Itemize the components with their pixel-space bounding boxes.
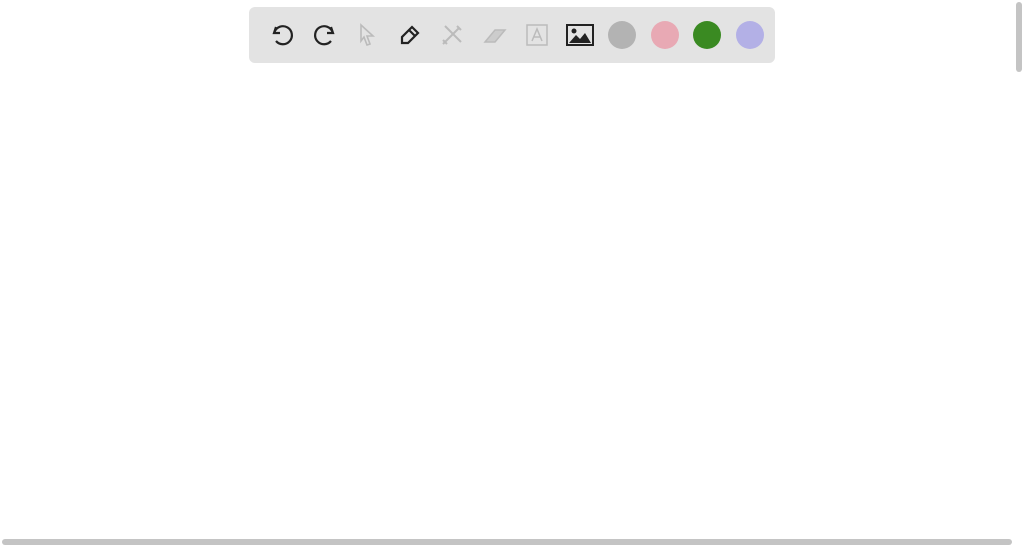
whiteboard-canvas[interactable]: i + e = 180 3 i + 1 3 i = 180 3 e = ⅓ · …	[0, 0, 1024, 548]
congruence-marks	[150, 156, 334, 313]
color-swatch	[735, 21, 764, 49]
color-pink[interactable]	[644, 15, 687, 55]
text-icon	[526, 24, 548, 46]
color-swatch	[608, 21, 637, 49]
fraction-den: 3	[620, 332, 638, 365]
fraction-num: 4	[600, 279, 622, 319]
fraction-den: 3	[600, 210, 615, 238]
select-button[interactable]	[346, 15, 389, 55]
horizontal-scrollbar[interactable]	[2, 539, 1012, 545]
fraction-den: 4	[866, 329, 891, 375]
pen-icon	[400, 25, 420, 45]
drawing-toolbar	[249, 7, 775, 63]
image-icon	[565, 24, 594, 46]
undo-icon	[272, 25, 294, 46]
answer-equation: i = 135°	[690, 401, 890, 457]
text-button[interactable]	[516, 15, 559, 55]
redo-icon	[313, 25, 335, 46]
equation-i-plus-e: i + e = 180	[528, 115, 869, 166]
fraction-num: 3	[528, 304, 553, 350]
image-button[interactable]	[559, 15, 602, 55]
color-lavender[interactable]	[729, 15, 772, 55]
fraction-num: 1	[600, 178, 615, 206]
equation-part: i = 180	[625, 175, 828, 226]
vertical-scrollbar[interactable]	[1016, 2, 1022, 72]
eraser-button[interactable]	[474, 15, 517, 55]
fraction-den: 4	[533, 352, 558, 398]
fraction-num: 3	[470, 183, 493, 224]
tools-button[interactable]	[431, 15, 474, 55]
color-swatch	[693, 21, 722, 49]
color-green[interactable]	[686, 15, 729, 55]
fraction-den: 3	[515, 236, 538, 277]
exterior-angle-definition: e = ⅓ · i	[348, 253, 511, 297]
eraser-icon	[483, 29, 507, 43]
interior-angle-label: i	[284, 259, 293, 299]
fraction-num: 3	[862, 274, 887, 320]
color-swatch	[650, 21, 679, 49]
pen-button[interactable]	[389, 15, 432, 55]
angle-marks	[304, 234, 407, 304]
equation-part: i = 180	[672, 290, 875, 341]
equation-part: i +	[505, 175, 568, 226]
select-icon	[360, 23, 376, 47]
hexagon-drawing	[135, 156, 345, 308]
tools-icon	[442, 25, 462, 45]
redo-button[interactable]	[304, 15, 347, 55]
color-gray[interactable]	[601, 15, 644, 55]
undo-button[interactable]	[261, 15, 304, 55]
